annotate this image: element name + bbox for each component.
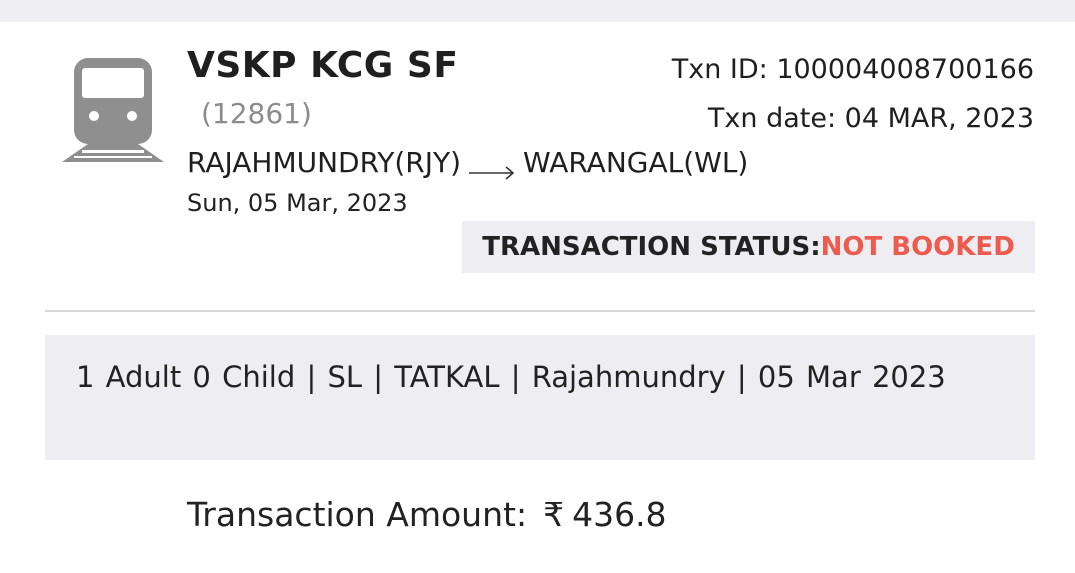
status-label: TRANSACTION STATUS: xyxy=(482,232,821,262)
train-number: (12861) xyxy=(201,97,312,130)
route: RAJAHMUNDRY(RJY) WARANGAL(WL) xyxy=(187,145,748,181)
destination-station: WARANGAL(WL) xyxy=(523,146,749,179)
origin-station: RAJAHMUNDRY(RJY) xyxy=(187,146,462,179)
status-value: NOT BOOKED xyxy=(820,232,1015,262)
train-icon xyxy=(60,56,166,166)
journey-date: Sun, 05 Mar, 2023 xyxy=(187,189,408,217)
top-band xyxy=(0,0,1075,22)
divider xyxy=(45,310,1035,312)
transaction-amount: Transaction Amount: ₹436.8 xyxy=(187,492,667,538)
transaction-date: Txn date: 04 MAR, 2023 xyxy=(707,103,1034,134)
currency-symbol: ₹ xyxy=(543,495,565,534)
transaction-status-badge: TRANSACTION STATUS: NOT BOOKED xyxy=(462,221,1035,273)
arrow-right-icon xyxy=(467,156,517,180)
amount-label: Transaction Amount: xyxy=(187,495,528,534)
transaction-id: Txn ID: 100004008700166 xyxy=(671,54,1034,85)
amount-value: 436.8 xyxy=(572,495,667,534)
train-name: VSKP KCG SF xyxy=(187,45,459,86)
booking-summary-text: 1 Adult 0 Child | SL | TATKAL | Rajahmun… xyxy=(76,360,946,394)
booking-summary: 1 Adult 0 Child | SL | TATKAL | Rajahmun… xyxy=(45,335,1035,460)
